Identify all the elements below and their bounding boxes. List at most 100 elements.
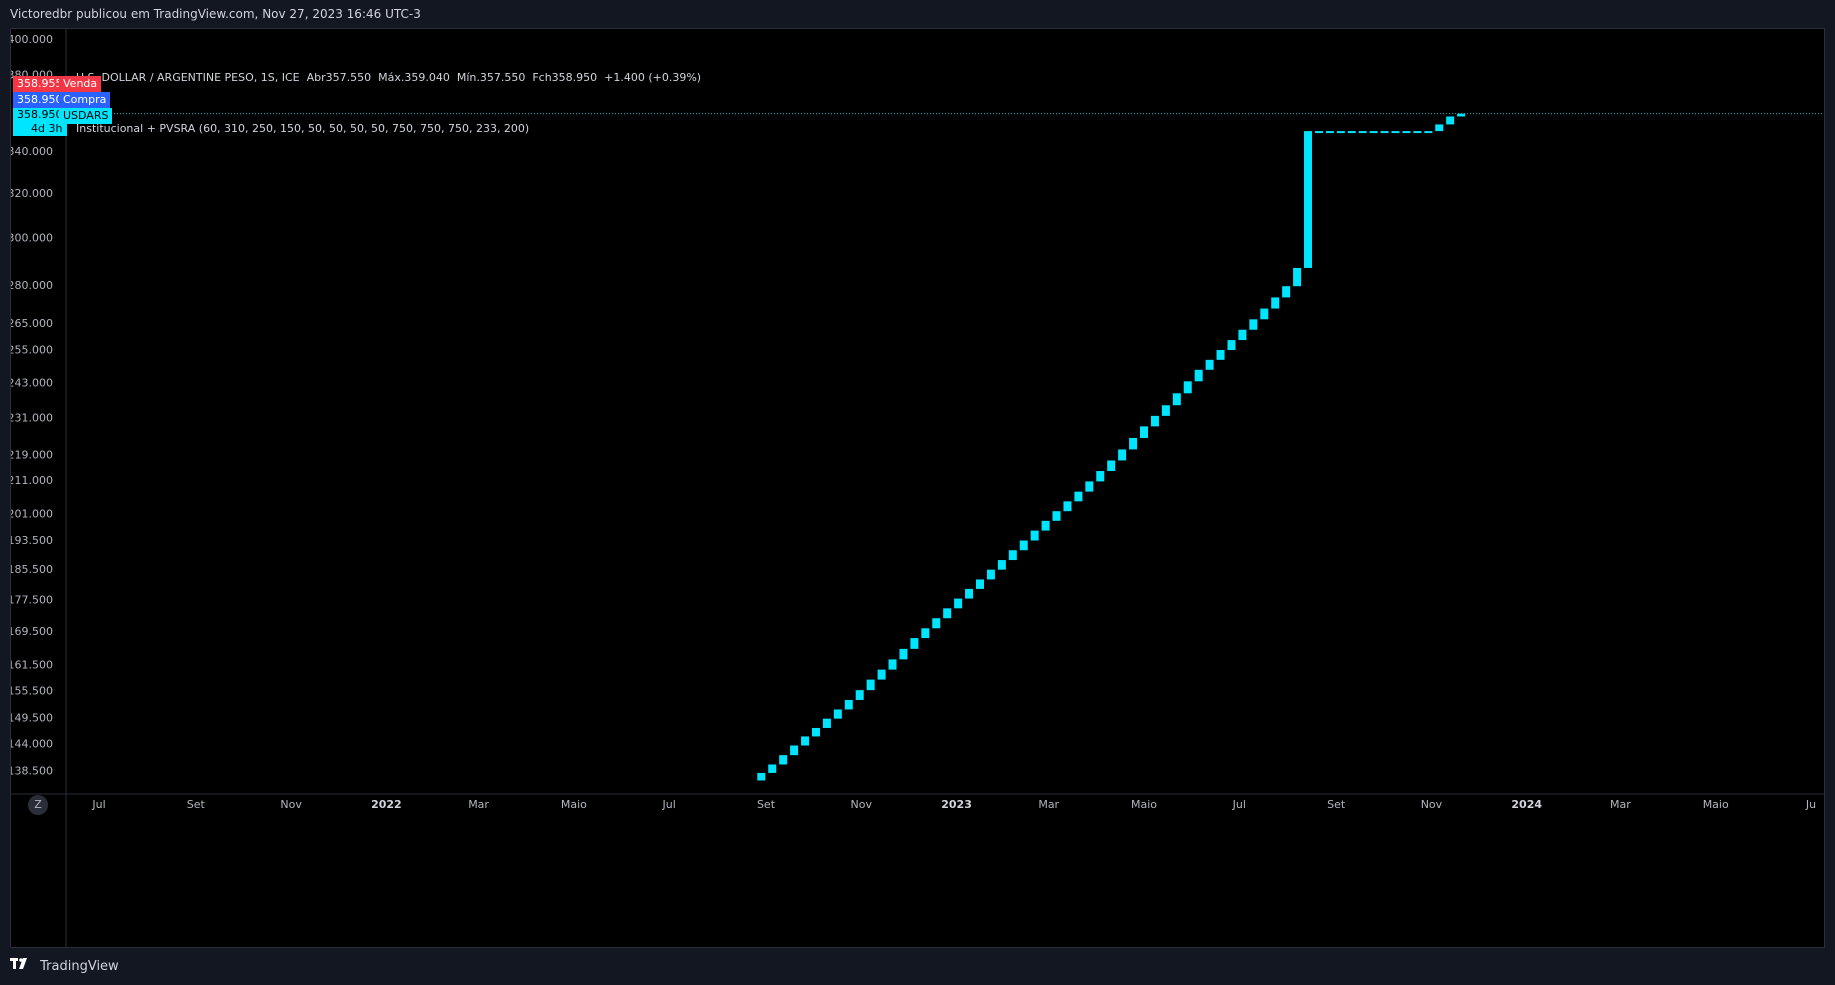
candle <box>1172 393 1181 406</box>
sell-label-tag: Venda <box>59 76 102 92</box>
publisher-header: Victoredbr publicou em TradingView.com, … <box>10 7 421 21</box>
buy-label-tag: Compra <box>59 92 111 108</box>
price-tick-label: 177.500 <box>11 593 53 606</box>
time-tick-label: Maio <box>561 798 587 811</box>
candle <box>1183 381 1192 394</box>
candle <box>1150 415 1159 427</box>
candle <box>1008 550 1017 561</box>
candle <box>888 659 897 670</box>
price-tick-label: 320.000 <box>11 187 53 200</box>
candle <box>1216 350 1225 360</box>
candle <box>1107 460 1116 472</box>
price-tick-label: 265.000 <box>11 317 53 330</box>
candle <box>975 579 984 589</box>
candle <box>1457 113 1466 117</box>
candle <box>757 772 766 781</box>
candle <box>1205 359 1214 370</box>
price-tick-label: 149.500 <box>11 712 53 725</box>
time-tick-label: Jul <box>91 798 105 811</box>
symbol-label-tag: USDARS <box>59 108 113 124</box>
candle <box>1063 501 1072 512</box>
buy-price-value: 358.950 <box>17 93 63 106</box>
price-tick-label: 169.500 <box>11 625 53 638</box>
candle <box>1347 131 1356 134</box>
price-tick-label: 300.000 <box>11 231 53 244</box>
candle <box>1074 491 1083 502</box>
candle <box>1424 131 1433 134</box>
price-tick-label: 211.000 <box>11 474 53 487</box>
time-tick-label: 2023 <box>941 798 972 811</box>
time-tick-label: Set <box>187 798 206 811</box>
indicator-info: Institucional + PVSRA (60, 310, 250, 150… <box>76 122 530 135</box>
candle <box>1325 131 1334 134</box>
time-tick-label: Set <box>1327 798 1346 811</box>
candle <box>1402 131 1411 134</box>
candle <box>954 598 963 609</box>
candle <box>811 727 820 737</box>
candle <box>1118 449 1127 461</box>
candle <box>801 736 810 746</box>
price-tick-label: 231.000 <box>11 412 53 425</box>
candle <box>779 755 788 765</box>
last-price-value: 358.950 <box>17 108 63 121</box>
zoom-reset-button[interactable]: Z <box>28 795 48 815</box>
candle <box>1238 329 1247 341</box>
price-tick-label: 138.500 <box>11 764 53 777</box>
price-tick-label: 161.500 <box>11 658 53 671</box>
candle <box>943 608 952 619</box>
price-tick-label: 280.000 <box>11 279 53 292</box>
candle <box>1096 471 1105 482</box>
candle <box>1260 308 1269 320</box>
candle <box>768 764 777 773</box>
price-tick-label: 201.000 <box>11 508 53 521</box>
candle <box>1227 340 1236 351</box>
candle <box>833 709 842 719</box>
candle <box>965 588 974 599</box>
candle <box>986 569 995 580</box>
bar-countdown: 4d 3h <box>31 122 63 135</box>
time-tick-label: Jul <box>1232 798 1246 811</box>
candle <box>1019 540 1028 551</box>
candle <box>1194 369 1203 382</box>
candle <box>910 638 919 649</box>
time-tick-label: Mar <box>1610 798 1631 811</box>
candle <box>1085 481 1094 492</box>
brand-name: TradingView <box>40 959 119 974</box>
candle <box>921 628 930 639</box>
chart-legend: U.S. DOLLAR / ARGENTINE PESO, 1S, ICE Ab… <box>76 35 701 171</box>
time-tick-label: Maio <box>1131 798 1157 811</box>
time-axis[interactable]: Jul Set Nov 2022 Mar Maio Jul Set Nov 2023 Mar Maio… <box>11 793 1824 811</box>
time-tick-label: Mar <box>1038 798 1059 811</box>
candle <box>1271 297 1280 309</box>
candle <box>1369 131 1378 134</box>
time-tick-label: Maio <box>1703 798 1729 811</box>
time-tick-label: Nov <box>851 798 873 811</box>
candle <box>1446 116 1455 125</box>
price-tick-label: 255.000 <box>11 343 53 356</box>
footer-bar: TradingView <box>0 948 1835 985</box>
buy-label: Compra <box>63 93 107 106</box>
price-tick-label: 400.000 <box>11 33 53 46</box>
candle <box>1052 511 1061 521</box>
candle <box>822 718 831 728</box>
candle <box>1358 131 1367 134</box>
candle <box>1336 131 1345 134</box>
candle <box>844 699 853 710</box>
price-tick-label: 155.500 <box>11 685 53 698</box>
time-tick-label: Jul <box>662 798 676 811</box>
time-tick-label: Nov <box>280 798 302 811</box>
price-tick-label: 193.500 <box>11 534 53 547</box>
candle <box>1161 405 1170 416</box>
chart-panel[interactable]: 400.000 380.000 340.000 320.000 300.000 280.0… <box>10 28 1825 948</box>
time-tick-label: Mar <box>468 798 489 811</box>
candle <box>1249 319 1258 330</box>
time-tick-label: Nov <box>1421 798 1443 811</box>
candle <box>932 618 941 629</box>
candle <box>1140 426 1149 438</box>
candle <box>855 690 864 700</box>
time-tick-label: 2024 <box>1511 798 1542 811</box>
price-tick-label: 185.500 <box>11 563 53 576</box>
candle <box>1435 124 1444 132</box>
candle <box>1380 131 1389 134</box>
price-tick-label: 219.000 <box>11 448 53 461</box>
